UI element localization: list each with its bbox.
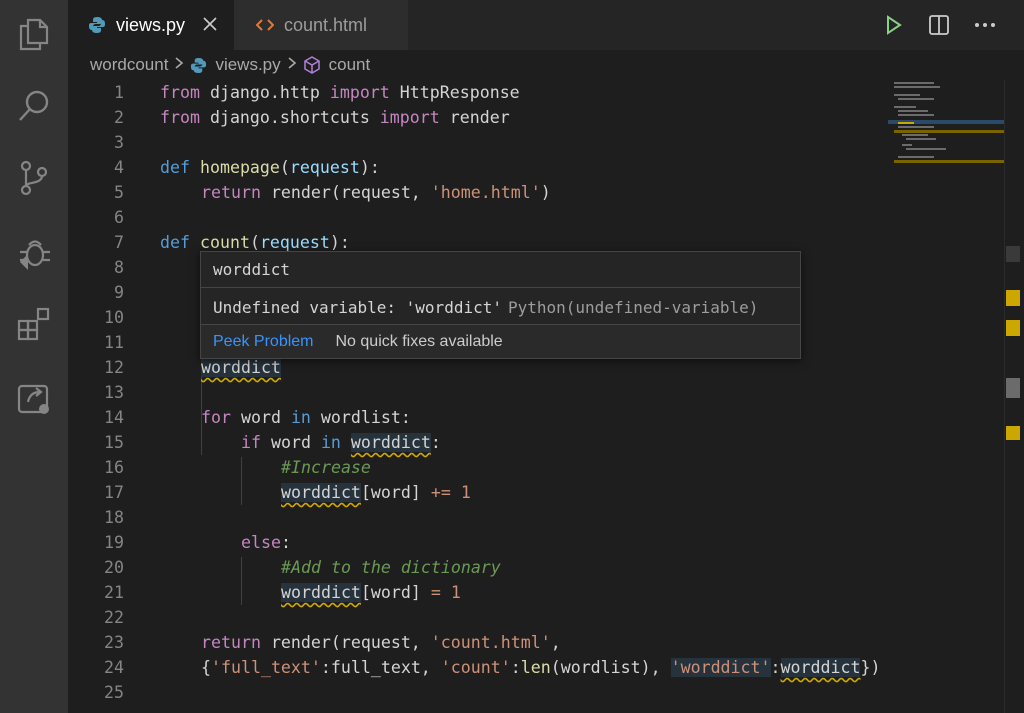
code-line: 1 from django.http import HttpResponse (114, 83, 520, 102)
code-line: 4 def homepage(request): (114, 158, 380, 177)
breadcrumb-symbol[interactable]: count (329, 55, 371, 75)
undefined-variable: worddict (350, 433, 431, 452)
code-line: 22 (104, 608, 124, 627)
undefined-variable: worddict (780, 658, 861, 677)
undefined-variable: worddict (201, 358, 281, 377)
html-icon (256, 16, 274, 34)
breadcrumb: wordcount views.py count (68, 50, 888, 80)
code-line: 14 for word in wordlist: (104, 408, 411, 427)
code-line: 18 (104, 508, 124, 527)
source-control-icon[interactable] (14, 158, 54, 198)
code-line: 17 worddict[word] += 1 (104, 483, 471, 502)
hover-actions: Peek Problem No quick fixes available (201, 324, 800, 358)
debug-icon[interactable] (14, 232, 54, 272)
no-quick-fixes-label: No quick fixes available (335, 332, 503, 350)
code-line: 2 from django.shortcuts import render (114, 108, 510, 127)
scrollbar-highlight (1006, 246, 1020, 262)
code-line: 21 worddict[word] = 1 (104, 583, 461, 602)
minimap[interactable] (888, 80, 1004, 713)
tab-count-html[interactable]: count.html (234, 0, 408, 50)
tab-label: views.py (116, 14, 186, 35)
warning-marker (1006, 290, 1020, 306)
hover-source: Python(undefined-variable) (507, 298, 759, 317)
more-icon[interactable] (972, 12, 998, 38)
code-line: 6 (114, 208, 124, 227)
hover-title: worddict (213, 260, 291, 279)
code-line: 5 return render(request, 'home.html') (114, 183, 551, 202)
code-line: 16 #Increase (104, 458, 371, 477)
tab-views-py[interactable]: views.py (68, 0, 234, 50)
code-line: 19 else: (104, 533, 291, 552)
tab-label: count.html (284, 14, 368, 35)
warning-marker (1006, 320, 1020, 336)
warning-marker (1006, 426, 1020, 440)
code-editor[interactable]: 1 from django.http import HttpResponse 2f… (68, 80, 888, 713)
activity-bar (0, 0, 68, 713)
python-icon (88, 16, 106, 34)
python-icon (190, 57, 207, 74)
code-line: 3 (114, 133, 124, 152)
code-line: 23 return render(request, 'count.html', (104, 633, 561, 652)
hover-message: Undefined variable: 'worddict' Python(und… (213, 298, 759, 317)
code-line: 25 (104, 683, 124, 702)
breadcrumb-folder[interactable]: wordcount (90, 55, 168, 75)
peek-problem-link[interactable]: Peek Problem (213, 333, 314, 351)
run-icon[interactable] (880, 12, 906, 38)
code-line: 24 {'full_text':full_text, 'count':len(wo… (104, 658, 881, 677)
remote-icon[interactable] (14, 378, 54, 418)
scrollbar-thumb[interactable] (1006, 378, 1020, 398)
chevron-right-icon (174, 55, 184, 75)
undefined-variable: worddict (281, 483, 361, 502)
tab-bar: views.py count.html (68, 0, 1024, 50)
symbol-method-icon (303, 56, 321, 74)
close-icon[interactable] (200, 14, 220, 34)
code-line: 20 #Add to the dictionary (104, 558, 501, 577)
extensions-icon[interactable] (14, 304, 54, 344)
hover-popup: worddict Undefined variable: 'worddict' P… (200, 251, 801, 359)
split-editor-icon[interactable] (926, 12, 952, 38)
explorer-icon[interactable] (14, 14, 54, 54)
chevron-right-icon (287, 55, 297, 75)
code-line: 13 (104, 383, 124, 402)
divider (201, 287, 800, 288)
breadcrumb-file[interactable]: views.py (215, 55, 280, 75)
search-icon[interactable] (14, 86, 54, 126)
code-line: 15 if word in worddict: (104, 433, 441, 452)
undefined-variable: worddict (281, 583, 361, 602)
